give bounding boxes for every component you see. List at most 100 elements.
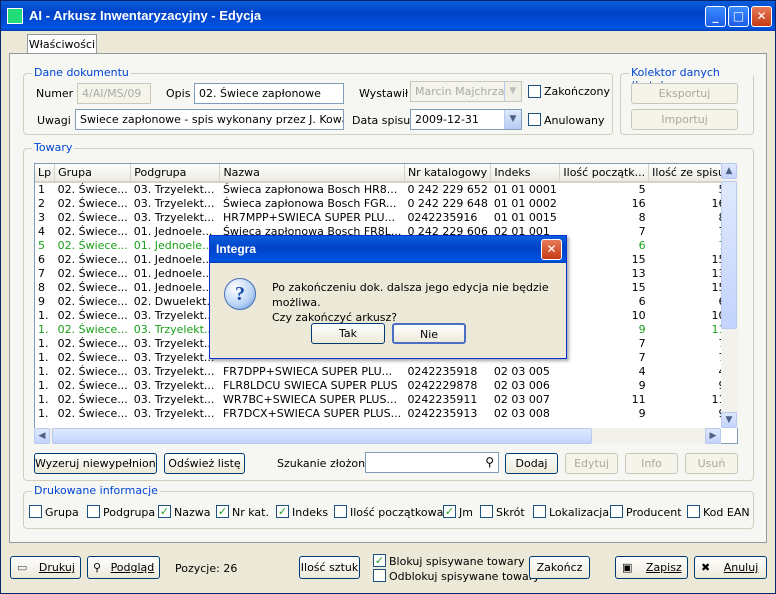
table-row[interactable]: 1. 02. Świece... 03. Trzyelekt... FR7DPP+SW… (35, 364, 737, 378)
cell-grupa: 02. Świece... (57, 378, 128, 392)
druk-checkbox-8[interactable] (533, 505, 546, 518)
uwagi-field[interactable]: Swiece zapłonowe - spis wykonany przez J… (75, 109, 344, 130)
cell-lp: 1. (38, 336, 49, 350)
table-row[interactable]: 1. 02. Świece... 03. Trzyelekt... FR7DCX+SW… (35, 406, 737, 420)
odswiez-button[interactable]: Odśwież listę (164, 453, 245, 474)
druk-label-6: Jm (459, 506, 473, 519)
anulowany-checkbox[interactable] (528, 113, 541, 126)
druk-checkbox-10[interactable] (687, 505, 700, 518)
data-spisu-label: Data spisu (352, 114, 411, 127)
druk-checkbox-5[interactable] (334, 505, 347, 518)
cell-is: 5 (649, 182, 729, 196)
cell-indeks: 01 01 0002 (493, 196, 557, 210)
col-podgrupa[interactable]: Podgrupa (130, 164, 221, 183)
cell-podgrupa: 03. Trzyelekt... (133, 322, 215, 336)
vertical-scrollbar[interactable]: ▲ ▼ (721, 163, 738, 428)
tak-button[interactable]: Tak (311, 323, 385, 344)
nie-button[interactable]: Nie (392, 323, 466, 344)
ilosc-sztuk-button[interactable]: Ilość sztuk (299, 556, 360, 579)
eksportuj-button[interactable]: Eksportuj (631, 83, 738, 104)
table-row[interactable]: 1. 02. Świece... 03. Trzyelekt... FLR8LDCU … (35, 378, 737, 392)
cell-is: 7 (649, 238, 729, 252)
cell-grupa: 02. Świece... (57, 183, 128, 196)
druk-checkbox-0[interactable] (29, 505, 42, 518)
table-row[interactable]: 1. 02. Świece... 03. Trzyelekt... WR7BC+SWI… (35, 392, 737, 406)
druk-label-5: Ilość początkowa (350, 506, 444, 519)
wyzeruj-button[interactable]: Wyzeruj niewypełnione (34, 453, 157, 474)
cell-is: 8 (649, 210, 729, 224)
table-row[interactable]: 3 02. Świece... 03. Trzyelekt... HR7MPP+SWI… (35, 210, 737, 224)
dialog-close-icon[interactable]: ✕ (541, 239, 562, 260)
cell-lp: 1. (38, 378, 49, 392)
cell-grupa: 02. Świece... (57, 406, 128, 420)
horizontal-scrollbar[interactable]: ◀ ▶ (34, 428, 721, 444)
druk-checkbox-1[interactable] (87, 505, 100, 518)
scroll-up-icon[interactable]: ▲ (721, 163, 737, 179)
druk-checkbox-9[interactable] (610, 505, 623, 518)
cell-lp: 1. (38, 364, 49, 378)
druk-checkbox-3[interactable]: ✓ (216, 505, 229, 518)
hscroll-thumb[interactable] (52, 428, 592, 444)
blokuj-checkbox[interactable]: ✓ (373, 554, 386, 567)
druk-checkbox-4[interactable]: ✓ (276, 505, 289, 518)
anuluj-button[interactable]: ✖ Anuluj (694, 556, 767, 579)
col-indeks[interactable]: Indeks (490, 164, 561, 183)
cell-indeks: 01 01 0001 (493, 183, 557, 196)
druk-label-9: Producent (626, 506, 682, 519)
cell-podgrupa: 01. Jednoele... (133, 252, 213, 266)
cell-indeks: 02 03 008 (493, 406, 550, 420)
wystawil-combo[interactable]: Marcin Majchrzak ▼ (410, 81, 522, 102)
drukuj-button[interactable]: ▭ Drukuj (10, 556, 81, 579)
col-nazwa[interactable]: Nazwa (219, 164, 405, 183)
druk-label-2: Nazwa (174, 506, 211, 519)
cell-lp: 1. (38, 350, 49, 364)
col-ilosc-poczatkowa[interactable]: Ilość początk... (559, 164, 650, 183)
druk-label-7: Skrót (496, 506, 525, 519)
druk-label-8: Lokalizacja (549, 506, 610, 519)
usun-button[interactable]: Usuń (685, 453, 738, 474)
opis-field[interactable]: 02. Świece zapłonowe (194, 83, 344, 104)
cancel-icon: ✖ (701, 561, 711, 574)
cell-lp: 1. (38, 406, 49, 420)
col-grupa[interactable]: Grupa (54, 164, 132, 183)
druk-checkbox-2[interactable]: ✓ (158, 505, 171, 518)
zakonczony-checkbox[interactable] (528, 85, 541, 98)
cell-lp: 2 (38, 196, 45, 210)
col-nr-katalogowy[interactable]: Nr katalogowy (404, 164, 492, 183)
scroll-left-icon[interactable]: ◀ (34, 428, 50, 444)
cell-ip: 15 (631, 252, 646, 266)
zakoncz-button[interactable]: Zakończ (529, 556, 590, 579)
druk-checkbox-6[interactable]: ✓ (443, 505, 456, 518)
scroll-down-icon[interactable]: ▼ (721, 412, 737, 428)
dodaj-button[interactable]: Dodaj (505, 453, 558, 474)
cell-podgrupa: 02. Dwuelekt... (133, 294, 217, 308)
search-icon[interactable]: ⚲ (485, 455, 494, 469)
tab-wlasciwosci[interactable]: Właściwości (27, 34, 97, 54)
importuj-button[interactable]: Importuj (631, 109, 738, 130)
info-button[interactable]: Info (625, 453, 678, 474)
edytuj-button[interactable]: Edytuj (565, 453, 618, 474)
zapisz-button[interactable]: ▣ Zapisz (615, 556, 688, 579)
dialog-title[interactable]: Integra (210, 236, 566, 263)
col-lp[interactable]: Lp (35, 164, 56, 183)
scroll-thumb[interactable] (721, 181, 737, 329)
close-icon[interactable]: ✕ (751, 6, 772, 27)
table-row[interactable]: 2 02. Świece... 03. Trzyelekt... Świeca zap… (35, 196, 737, 210)
chevron-down-icon[interactable]: ▼ (504, 82, 521, 101)
maximize-icon[interactable]: □ (728, 6, 749, 27)
druk-checkbox-7[interactable] (480, 505, 493, 518)
cell-indeks: 02 03 007 (493, 392, 550, 406)
chevron-down-icon[interactable]: ▼ (504, 110, 521, 129)
search-input[interactable]: ⚲ (365, 452, 499, 473)
cell-is: 16 (711, 196, 726, 210)
odblokuj-checkbox[interactable] (373, 569, 386, 582)
col-ilosc-ze-spisu[interactable]: Ilość ze spisu (648, 164, 729, 183)
szukanie-label: Szukanie złożone (277, 457, 372, 470)
data-spisu-combo[interactable]: 2009-12-31 ▼ (410, 109, 522, 130)
numer-field[interactable]: 4/AI/MS/09 (77, 83, 151, 104)
title-bar[interactable]: AI - Arkusz Inwentaryzacyjny - Edycja _ … (1, 1, 775, 31)
scroll-right-icon[interactable]: ▶ (705, 428, 721, 444)
minimize-icon[interactable]: _ (705, 6, 726, 27)
podglad-button[interactable]: ⚲ Podgląd (87, 556, 160, 579)
table-row[interactable]: 1 02. Świece... 03. Trzyelekt... Świeca zap… (35, 182, 737, 196)
